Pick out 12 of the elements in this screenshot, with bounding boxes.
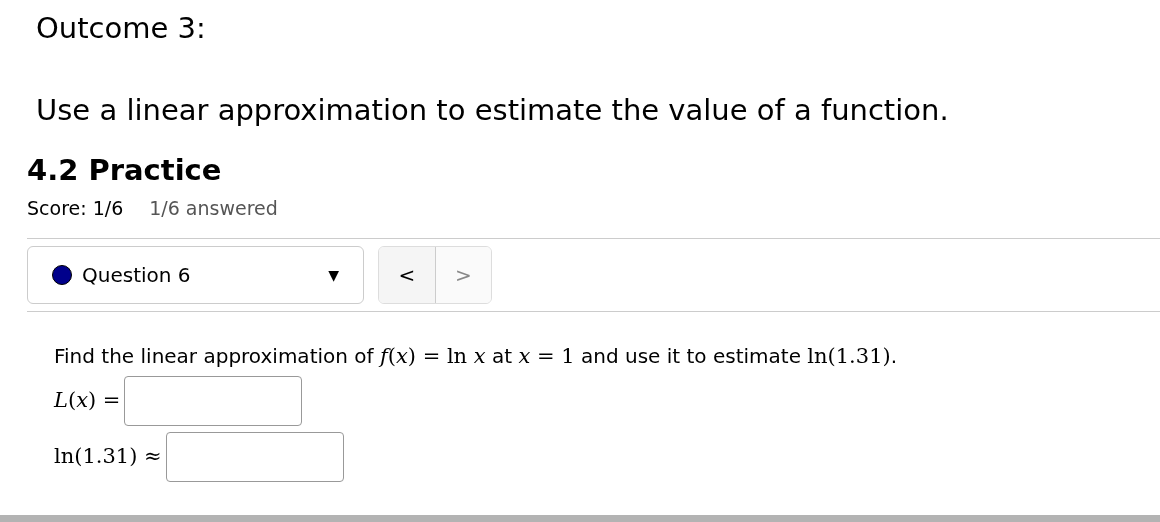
answer-label: L(x) = (54, 387, 121, 415)
answer-label: ln(1.31) ≈ (54, 443, 162, 471)
answer-field[interactable] (165, 432, 344, 482)
assignment-title: 4.2 Practice (27, 152, 222, 189)
answered-count: 1/6 answered (149, 196, 278, 221)
outcome-description: Use a linear approximation to estimate the value of a function. (36, 92, 949, 129)
score-text: Score: 1/6 (27, 196, 124, 221)
outcome-title: Outcome 3: (36, 10, 206, 47)
previous-button[interactable]: < (379, 247, 435, 303)
question-text: Find the linear approximation of f(x) = ln x at x = 1 and use it to estimate ln(1.31). (54, 343, 898, 370)
answer-field[interactable] (124, 376, 303, 426)
question-dropdown[interactable]: Question 6 ▼ (27, 246, 364, 304)
